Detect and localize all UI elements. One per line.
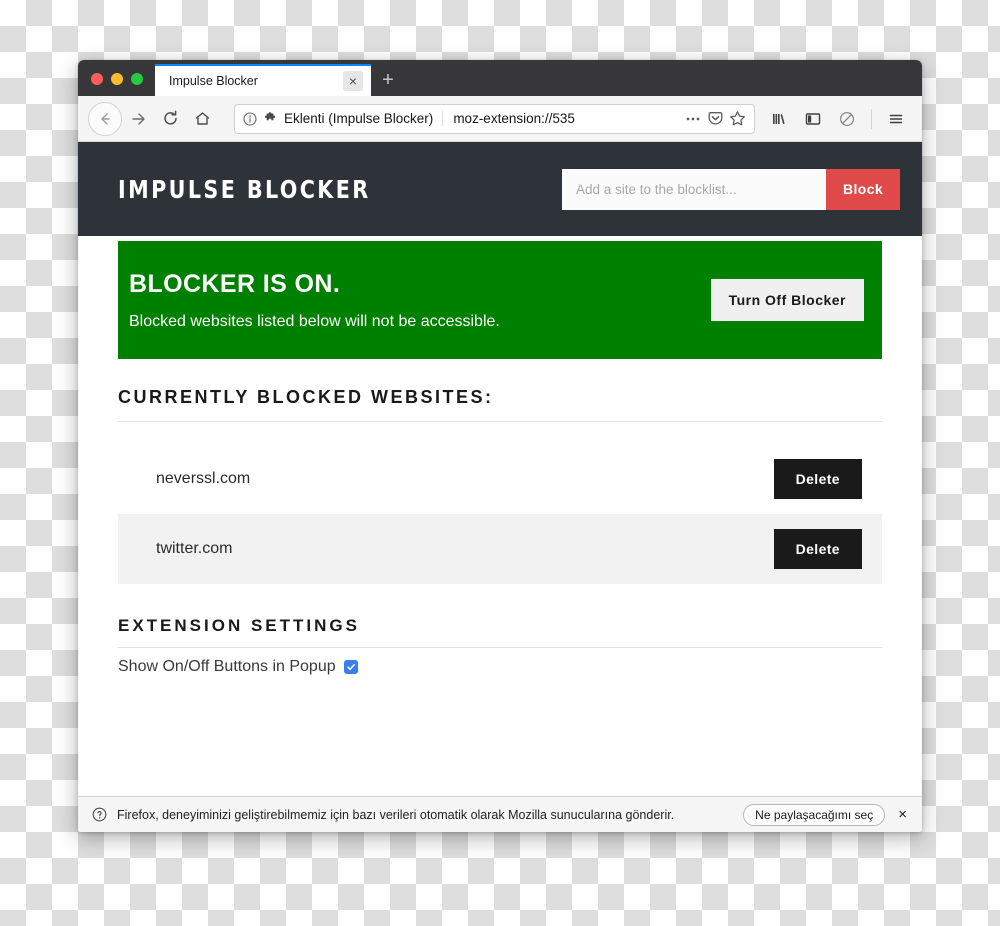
extension-header: IMPULSE BLOCKER Block [78,142,922,236]
navigation-toolbar: Eklenti (Impulse Blocker) moz-extension:… [78,96,922,142]
extension-page: IMPULSE BLOCKER Block BLOCKER IS ON. Blo… [78,142,922,832]
site-name: neverssl.com [156,470,251,487]
pocket-icon[interactable] [707,110,724,127]
browser-window: Impulse Blocker × + Eklenti (Impulse Blo… [78,60,922,832]
question-circle-icon [92,807,107,822]
browser-tab[interactable]: Impulse Blocker × [155,64,371,96]
status-description: Blocked websites listed below will not b… [129,312,500,330]
close-notification-icon[interactable]: × [895,807,910,822]
add-site-input[interactable] [562,168,826,210]
site-name: twitter.com [156,540,233,557]
show-onoff-buttons-checkbox[interactable] [343,660,358,674]
delete-site-button[interactable]: Delete [773,529,862,569]
url-actions [684,110,746,127]
table-row: neverssl.com Delete [118,444,882,514]
reload-icon[interactable] [154,103,186,135]
star-icon[interactable] [729,110,746,127]
no-entry-icon[interactable] [831,103,863,135]
page-title: IMPULSE BLOCKER [118,174,371,204]
setting-label: Show On/Off Buttons in Popup [118,658,336,675]
forward-arrow-icon[interactable] [122,103,154,135]
choose-what-to-share-button[interactable]: Ne paylaşacağımı seç [743,803,886,826]
add-site-form: Block [562,168,900,210]
setting-show-onoff-buttons[interactable]: Show On/Off Buttons in Popup [118,648,882,676]
settings-section-title: EXTENSION SETTINGS [118,584,882,648]
notification-bar: Firefox, deneyiminizi geliştirebilmemiz … [78,796,922,832]
close-tab-icon[interactable]: × [343,71,363,91]
identity-box[interactable]: Eklenti (Impulse Blocker) [243,111,444,126]
close-window-button[interactable] [91,73,103,85]
toolbar-right-actions [763,103,912,135]
toolbar-divider [871,108,872,129]
library-icon[interactable] [763,103,795,135]
table-row: twitter.com Delete [118,514,882,584]
minimize-window-button[interactable] [111,73,123,85]
new-tab-button[interactable]: + [371,64,405,96]
status-banner: BLOCKER IS ON. Blocked websites listed b… [118,241,882,359]
blocked-sites-list: neverssl.com Delete twitter.com Delete [118,444,882,584]
ellipsis-icon[interactable] [684,111,702,127]
block-button[interactable]: Block [826,168,900,210]
notification-message: Firefox, deneyiminizi geliştirebilmemiz … [117,807,675,822]
url-bar[interactable]: Eklenti (Impulse Blocker) moz-extension:… [234,103,755,134]
url-text[interactable]: moz-extension://535 [443,111,684,126]
puzzle-piece-icon [263,111,278,126]
info-circle-icon [243,111,257,126]
identity-label: Eklenti (Impulse Blocker) [284,111,434,126]
window-controls [78,73,155,96]
tab-strip: Impulse Blocker × + [78,60,922,96]
status-texts: BLOCKER IS ON. Blocked websites listed b… [129,270,711,331]
home-icon[interactable] [186,103,218,135]
hamburger-menu-icon[interactable] [880,103,912,135]
extension-content: BLOCKER IS ON. Blocked websites listed b… [78,236,922,796]
status-heading: BLOCKER IS ON. [129,269,341,298]
delete-site-button[interactable]: Delete [773,459,862,499]
blocklist-section-title: CURRENTLY BLOCKED WEBSITES: [118,359,882,422]
tab-title: Impulse Blocker [169,74,258,88]
maximize-window-button[interactable] [131,73,143,85]
sidebar-icon[interactable] [797,103,829,135]
turn-off-blocker-button[interactable]: Turn Off Blocker [710,279,864,321]
back-arrow-icon[interactable] [88,101,122,136]
